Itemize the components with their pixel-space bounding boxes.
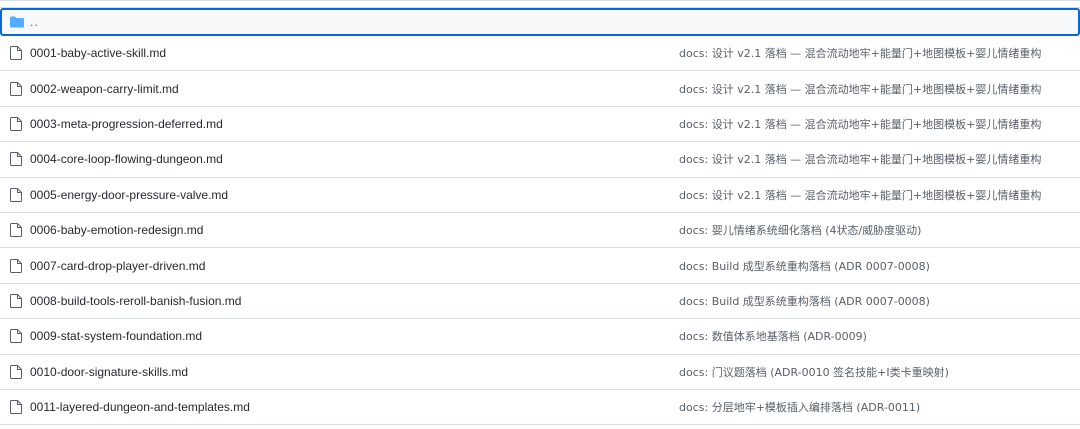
commit-message-link[interactable]: docs: 设计 v2.1 落档 — 混合流动地牢+能量门+地图模板+婴儿情绪重… bbox=[679, 81, 1041, 97]
file-row-5[interactable]: 0005-energy-door-pressure-valve.md docs:… bbox=[0, 178, 1080, 213]
file-icon bbox=[10, 258, 22, 273]
file-name-link[interactable]: 0006-baby-emotion-redesign.md bbox=[30, 223, 203, 237]
commit-message-link[interactable]: docs: 数值体系地基落档 (ADR-0009) bbox=[679, 328, 867, 344]
file-name-link[interactable]: 0002-weapon-carry-limit.md bbox=[30, 82, 179, 96]
parent-directory-row[interactable]: .. bbox=[0, 8, 1080, 36]
file-row-3[interactable]: 0003-meta-progression-deferred.md docs: … bbox=[0, 107, 1080, 143]
commit-message-link[interactable]: docs: Build 成型系统重构落档 (ADR 0007-0008) bbox=[679, 258, 930, 274]
file-name-link[interactable]: 0011-layered-dungeon-and-templates.md bbox=[30, 400, 250, 414]
commit-message-link[interactable]: docs: 分层地牢+模板插入编排落档 (ADR-0011) bbox=[679, 399, 920, 415]
folder-icon bbox=[10, 16, 24, 28]
commit-message-link[interactable]: docs: 设计 v2.1 落档 — 混合流动地牢+能量门+地图模板+婴儿情绪重… bbox=[679, 45, 1041, 61]
file-name-link[interactable]: 0003-meta-progression-deferred.md bbox=[30, 117, 223, 131]
commit-message-link[interactable]: docs: 门议题落档 (ADR-0010 签名技能+I类卡重映射) bbox=[679, 364, 949, 380]
file-name-link[interactable]: 0005-energy-door-pressure-valve.md bbox=[30, 188, 228, 202]
file-icon bbox=[10, 46, 22, 61]
file-icon bbox=[10, 364, 22, 379]
file-row-2[interactable]: 0002-weapon-carry-limit.md docs: 设计 v2.1… bbox=[0, 71, 1080, 107]
file-row-6[interactable]: 0006-baby-emotion-redesign.md docs: 婴儿情绪… bbox=[0, 213, 1080, 249]
file-icon bbox=[10, 116, 22, 131]
top-strip bbox=[0, 1, 1080, 8]
file-name-link[interactable]: 0004-core-loop-flowing-dungeon.md bbox=[30, 152, 223, 166]
file-name-link[interactable]: 0008-build-tools-reroll-banish-fusion.md bbox=[30, 294, 241, 308]
commit-message-link[interactable]: docs: 设计 v2.1 落档 — 混合流动地牢+能量门+地图模板+婴儿情绪重… bbox=[679, 151, 1041, 167]
file-row-7[interactable]: 0007-card-drop-player-driven.md docs: Bu… bbox=[0, 248, 1080, 284]
commit-message-link[interactable]: docs: Build 成型系统重构落档 (ADR 0007-0008) bbox=[679, 293, 930, 309]
file-row-8[interactable]: 0008-build-tools-reroll-banish-fusion.md… bbox=[0, 284, 1080, 320]
commit-message-link[interactable]: docs: 设计 v2.1 落档 — 混合流动地牢+能量门+地图模板+婴儿情绪重… bbox=[679, 116, 1041, 132]
file-name-link[interactable]: 0010-door-signature-skills.md bbox=[30, 365, 188, 379]
file-list: .. 0001-baby-active-skill.md docs: 设计 v2… bbox=[0, 0, 1080, 429]
file-row-10[interactable]: 0010-door-signature-skills.md docs: 门议题落… bbox=[0, 355, 1080, 390]
file-row-4[interactable]: 0004-core-loop-flowing-dungeon.md docs: … bbox=[0, 142, 1080, 178]
file-row-9[interactable]: 0009-stat-system-foundation.md docs: 数值体… bbox=[0, 319, 1080, 355]
file-row-11[interactable]: 0011-layered-dungeon-and-templates.md do… bbox=[0, 390, 1080, 426]
file-name-link[interactable]: 0001-baby-active-skill.md bbox=[30, 46, 166, 60]
commit-message-link[interactable]: docs: 婴儿情绪系统细化落档 (4状态/威胁度驱动) bbox=[679, 222, 921, 238]
file-icon bbox=[10, 400, 22, 415]
file-icon bbox=[10, 152, 22, 167]
parent-directory-link[interactable]: .. bbox=[30, 15, 39, 29]
commit-message-link[interactable]: docs: 设计 v2.1 落档 — 混合流动地牢+能量门+地图模板+婴儿情绪重… bbox=[679, 187, 1041, 203]
file-icon bbox=[10, 329, 22, 344]
file-icon bbox=[10, 81, 22, 96]
file-row-1[interactable]: 0001-baby-active-skill.md docs: 设计 v2.1 … bbox=[0, 36, 1080, 72]
file-icon bbox=[10, 293, 22, 308]
file-icon bbox=[10, 187, 22, 202]
file-name-link[interactable]: 0007-card-drop-player-driven.md bbox=[30, 259, 205, 273]
file-icon bbox=[10, 223, 22, 238]
file-name-link[interactable]: 0009-stat-system-foundation.md bbox=[30, 329, 202, 343]
